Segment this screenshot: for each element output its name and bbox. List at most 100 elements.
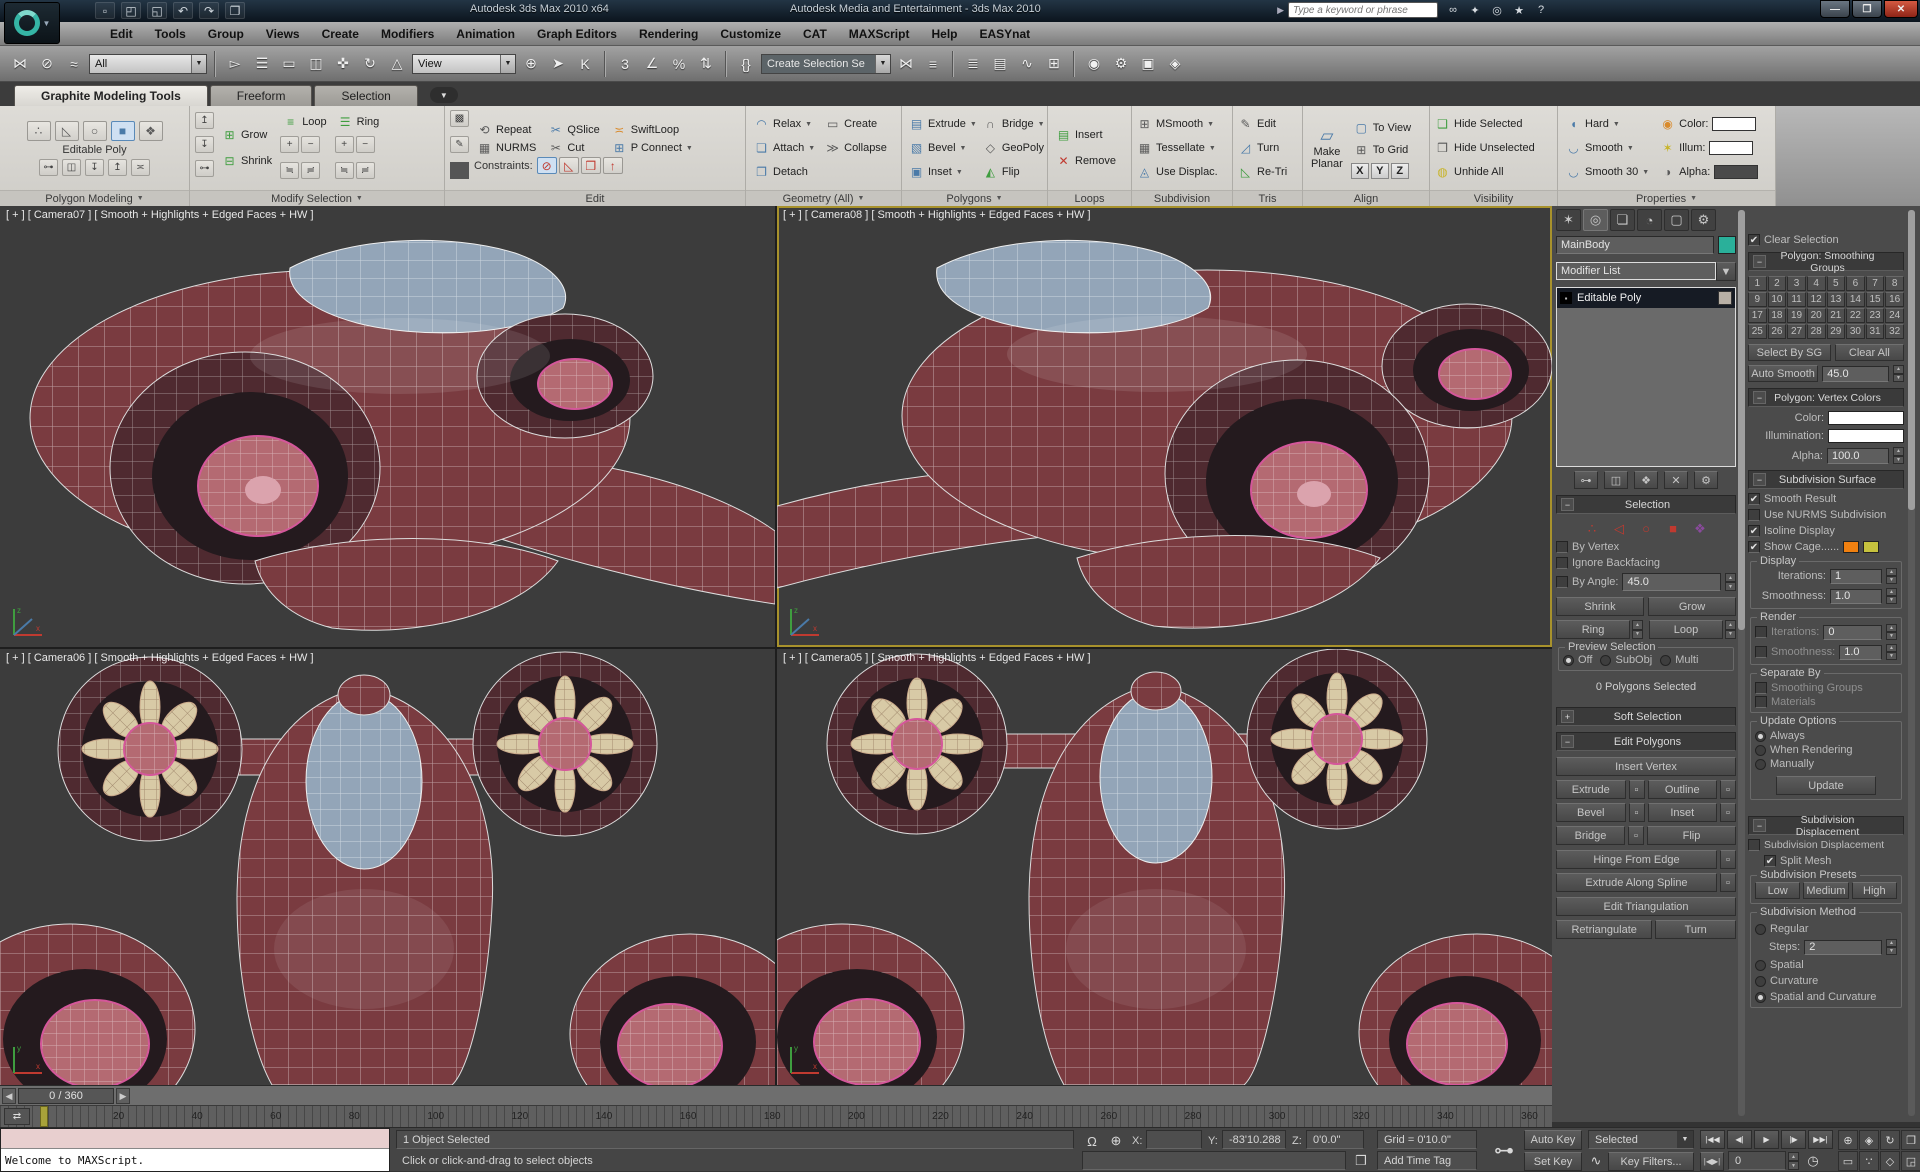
- method-both-radio[interactable]: Spatial and Curvature: [1755, 991, 1897, 1003]
- bevel-settings-button[interactable]: ▫: [1629, 803, 1645, 822]
- absolute-mode-transform-icon[interactable]: ⊕: [1106, 1132, 1126, 1150]
- motion-tab-icon[interactable]: ◔: [1637, 209, 1662, 231]
- show-end-result-icon[interactable]: ◫: [62, 159, 81, 176]
- ribbon-tab[interactable]: Graphite Modeling Tools: [14, 85, 208, 106]
- constraint-face-icon[interactable]: ❒: [581, 157, 601, 174]
- edge-mode-icon[interactable]: ◁: [1610, 521, 1628, 537]
- infocenter-search-icon[interactable]: ∞: [1442, 2, 1464, 18]
- ring-button[interactable]: Ring: [1556, 620, 1630, 639]
- shrink-button[interactable]: Shrink: [1556, 597, 1644, 616]
- material-editor-icon[interactable]: ◉: [1082, 52, 1106, 76]
- rect-selection-region-icon[interactable]: ▭: [277, 52, 301, 76]
- infocenter-expander-icon[interactable]: ▶: [1277, 5, 1284, 16]
- smoothing-group-button[interactable]: 29: [1827, 324, 1846, 339]
- steps-field[interactable]: 2: [1804, 940, 1882, 955]
- ribbon-button[interactable]: ◡Smooth▼: [1563, 140, 1652, 156]
- preserve-uvs-icon[interactable]: ▩: [450, 110, 469, 127]
- checkbox[interactable]: [1755, 682, 1767, 694]
- smoothing-group-button[interactable]: 9: [1748, 292, 1767, 307]
- show-end-result-icon[interactable]: ◫: [1604, 471, 1628, 489]
- ring-shrink-icon[interactable]: −: [356, 136, 375, 153]
- ribbon-button[interactable]: ⊟Shrink: [219, 153, 275, 169]
- redo-icon[interactable]: ↷: [199, 2, 219, 19]
- pin-selection-icon[interactable]: ⊶: [195, 160, 214, 177]
- object-name-field[interactable]: MainBody: [1556, 236, 1714, 254]
- by-angle-checkbox[interactable]: [1556, 576, 1568, 588]
- loop-grow-icon[interactable]: +: [280, 136, 299, 153]
- align-axis-button[interactable]: Y: [1371, 163, 1389, 179]
- stack-up-icon[interactable]: ↥: [195, 112, 214, 129]
- select-and-scale-icon[interactable]: △: [385, 52, 409, 76]
- z-coordinate-field[interactable]: 0'0.0": [1306, 1130, 1364, 1149]
- remove-modifier-icon[interactable]: ✕: [1664, 471, 1688, 489]
- loop-shift-icon[interactable]: ≒: [280, 162, 299, 179]
- extrude-settings-button[interactable]: ▫: [1629, 780, 1645, 799]
- keyboard-override-icon[interactable]: K: [573, 52, 597, 76]
- viewport-label[interactable]: [ + ] [ Camera07 ] [ Smooth + Highlights…: [6, 209, 314, 221]
- frame-spinner[interactable]: ▲▼: [1788, 1152, 1799, 1170]
- current-frame-marker[interactable]: [40, 1106, 48, 1127]
- checkbox[interactable]: [1755, 696, 1767, 708]
- subdivision-displacement-checkbox[interactable]: [1748, 839, 1760, 851]
- add-time-tag[interactable]: Add Time Tag: [1377, 1151, 1477, 1170]
- make-planar-button[interactable]: ▱ Make Planar: [1308, 125, 1346, 171]
- y-coordinate-field[interactable]: -83'10.288: [1222, 1130, 1286, 1149]
- smoothing-group-button[interactable]: 27: [1787, 324, 1806, 339]
- smoothing-group-button[interactable]: 28: [1807, 324, 1826, 339]
- ribbon-button[interactable]: ✕Remove: [1053, 153, 1119, 169]
- open-file-icon[interactable]: ◰: [121, 2, 141, 19]
- smoothing-group-button[interactable]: 23: [1866, 308, 1885, 323]
- configure-modifier-sets-icon[interactable]: ⚙: [1694, 471, 1718, 489]
- grow-button[interactable]: Grow: [1648, 597, 1736, 616]
- key-mode-dropdown[interactable]: Selected ▼: [1588, 1130, 1694, 1149]
- panel-label-polygons[interactable]: Polygons▼: [902, 190, 1047, 206]
- smoothing-group-button[interactable]: 6: [1846, 276, 1865, 291]
- orbit-icon[interactable]: ↻: [1880, 1130, 1900, 1150]
- smoothing-group-button[interactable]: 5: [1827, 276, 1846, 291]
- smoothing-group-button[interactable]: 14: [1846, 292, 1865, 307]
- rollout-subdivision-surface[interactable]: − Subdivision Surface: [1748, 470, 1904, 489]
- minimize-button[interactable]: —: [1820, 0, 1850, 18]
- render-iterations-checkbox[interactable]: [1755, 626, 1767, 638]
- clear-selection-checkbox[interactable]: [1748, 234, 1760, 246]
- constraint-edge-icon[interactable]: ◺: [559, 157, 579, 174]
- ribbon-button[interactable]: ▦Tessellate▼: [1137, 140, 1218, 156]
- listener-output-pane[interactable]: Welcome to MAXScript.: [1, 1149, 389, 1171]
- menu-item[interactable]: Rendering: [629, 24, 708, 44]
- auto-smooth-field[interactable]: 45.0: [1822, 366, 1889, 382]
- previous-frame-icon[interactable]: ◀|: [1727, 1130, 1752, 1149]
- isolate-cube-icon[interactable]: ❒: [1352, 1152, 1370, 1170]
- ring-mode-icon[interactable]: ≓: [356, 162, 375, 179]
- bridge-settings-button[interactable]: ▫: [1628, 826, 1644, 845]
- menu-item[interactable]: Help: [921, 24, 967, 44]
- smoothing-group-button[interactable]: 15: [1866, 292, 1885, 307]
- extrude-button[interactable]: Extrude: [1556, 780, 1626, 799]
- checkbox[interactable]: [1748, 525, 1760, 537]
- ribbon-button[interactable]: ▣Inset▼: [907, 164, 979, 180]
- ribbon-button[interactable]: ◬Use Displac.: [1137, 164, 1218, 180]
- ribbon-button[interactable]: ▦NURMS: [474, 140, 539, 156]
- vc-alpha-field[interactable]: 100.0: [1827, 448, 1889, 464]
- loop-mode-icon[interactable]: ≓: [301, 162, 320, 179]
- project-toolbar-icon[interactable]: ❐: [225, 2, 245, 19]
- loop-shrink-icon[interactable]: −: [301, 136, 320, 153]
- show-cage-checkbox[interactable]: [1748, 541, 1760, 553]
- render-smoothness-checkbox[interactable]: [1755, 646, 1767, 658]
- current-frame-field[interactable]: 0: [1728, 1151, 1786, 1170]
- panel-label-geometry[interactable]: Geometry (All)▼: [746, 190, 901, 206]
- ribbon-button[interactable]: ⊞Grow: [219, 127, 275, 143]
- ribbon-button[interactable]: ◠Relax▼: [751, 116, 818, 132]
- scrollbar-column-2[interactable]: [1908, 210, 1915, 1116]
- new-scene-icon[interactable]: ▫: [95, 2, 115, 19]
- smoothing-group-button[interactable]: 16: [1885, 292, 1904, 307]
- update-option-radio[interactable]: When Rendering: [1755, 744, 1897, 756]
- vc-color-swatch[interactable]: [1828, 411, 1904, 425]
- ribbon-button[interactable]: ◿Turn: [1238, 140, 1287, 156]
- bevel-button[interactable]: Bevel: [1556, 803, 1626, 822]
- ribbon-button[interactable]: ❒Hide Unselected: [1435, 140, 1535, 156]
- smoothing-group-button[interactable]: 10: [1768, 292, 1787, 307]
- walk-through-icon[interactable]: ∵: [1859, 1151, 1879, 1171]
- select-and-manipulate-icon[interactable]: ➤: [546, 52, 570, 76]
- rollout-subdivision-displacement[interactable]: − Subdivision Displacement: [1748, 816, 1904, 835]
- rollout-smoothing-groups[interactable]: − Polygon: Smoothing Groups: [1748, 252, 1904, 271]
